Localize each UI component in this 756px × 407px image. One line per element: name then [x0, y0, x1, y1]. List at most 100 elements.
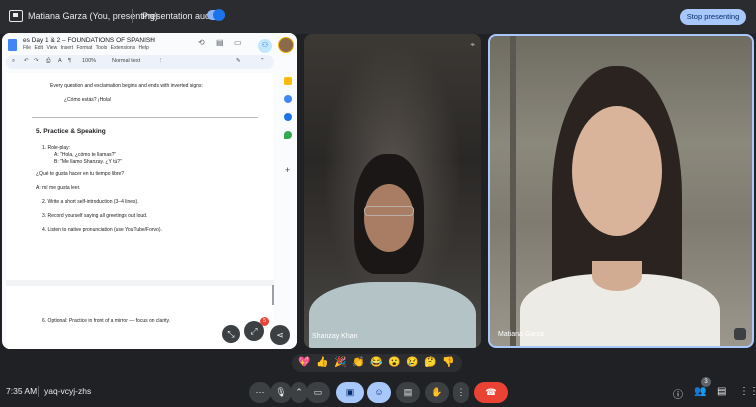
- tile-options-icon[interactable]: [734, 328, 746, 340]
- reactions-bar: 💖 👍 🎉 👏 😂 😮 😢 🤔 👎: [292, 354, 462, 372]
- list-item: 6. Optional: Practice in front of a mirr…: [42, 318, 171, 324]
- docs-toolbar: ⌕ ↶ ↷ ⎙ A ¶ 100% Normal text ⋮ ✎ ⌃: [6, 55, 274, 69]
- list-item: 2. Write a short self-introduction (3–4 …: [42, 199, 139, 205]
- docs-menu-bar[interactable]: File Edit View Insert Format Tools Exten…: [23, 45, 149, 51]
- people-icon[interactable]: 👥: [694, 386, 706, 397]
- sub-bullet-text: ¿Cómo estás? ¡Hola!: [64, 97, 112, 103]
- more-options-button[interactable]: ⋮: [453, 382, 469, 403]
- maps-icon[interactable]: [284, 131, 292, 139]
- hand-icon: ✋: [431, 387, 443, 397]
- more-audio-options-button[interactable]: ⋯: [249, 382, 271, 403]
- docs-side-panel: +: [280, 71, 297, 349]
- docs-logo-icon[interactable]: [8, 39, 17, 51]
- clock: 7:35 AM: [6, 386, 38, 396]
- undo-icon[interactable]: ↶: [24, 58, 29, 64]
- reactions-button[interactable]: ☺: [367, 382, 391, 403]
- captions-icon: ▤: [403, 387, 413, 397]
- presentation-audio-label: Presentation audio: [142, 11, 218, 21]
- list-item: B: "Me llamo Shanzay. ¿Y tú?": [54, 159, 122, 165]
- list-item: 4. Listen to native pronunciation (use Y…: [42, 227, 162, 233]
- present-icon: ▣: [345, 387, 355, 397]
- leave-call-button[interactable]: ☎: [474, 382, 508, 403]
- microphone-button[interactable]: 🎙: [270, 382, 292, 403]
- participant-tile-matiana[interactable]: Matiana Garza: [488, 34, 754, 348]
- participant-name: Matiana Garza: [498, 331, 544, 338]
- page-break: [6, 280, 274, 286]
- list-item: 3. Record yourself saying all greetings …: [42, 213, 148, 219]
- meeting-code[interactable]: yaq-vcyj-zhs: [44, 386, 91, 396]
- answer-text: A: mí me gusta leer.: [36, 185, 81, 191]
- captions-button[interactable]: ▤: [396, 382, 420, 403]
- expand-icon[interactable]: ⤡: [222, 325, 240, 343]
- history-icon[interactable]: ⟲: [198, 38, 205, 47]
- mic-icon: 🎙: [275, 387, 287, 397]
- meet-icon[interactable]: ▭: [234, 38, 242, 47]
- star-icon[interactable]: ☆: [149, 36, 155, 44]
- raise-hand-button[interactable]: ✋: [425, 382, 449, 403]
- bullet-text: Every question and exclamation begins an…: [50, 83, 203, 89]
- reaction-thinking[interactable]: 🤔: [424, 356, 436, 370]
- print-icon[interactable]: ⎙: [46, 58, 50, 65]
- edit-mode-icon[interactable]: ✎: [236, 58, 241, 64]
- video-options-button[interactable]: ⌃: [291, 382, 307, 403]
- tasks-icon[interactable]: [284, 95, 292, 103]
- present-button[interactable]: ▣: [336, 382, 364, 403]
- section-heading: 5. Practice & Speaking: [36, 128, 106, 135]
- hang-up-icon: ☎: [485, 387, 497, 397]
- zoom-select[interactable]: 100%: [82, 58, 96, 64]
- more-icon[interactable]: ⋮: [158, 58, 164, 64]
- camera-icon: ▭: [313, 387, 323, 397]
- more-vert-icon: ⋮: [456, 387, 466, 397]
- list-item: A: "Hola, ¿cómo te llamas?": [54, 152, 117, 158]
- document-page[interactable]: Every question and exclamation begins an…: [6, 73, 274, 349]
- glasses: [364, 206, 414, 216]
- face: [572, 106, 662, 236]
- reaction-thumbs-up[interactable]: 👍: [316, 356, 328, 370]
- reaction-laugh[interactable]: 😂: [370, 356, 382, 370]
- face: [364, 184, 414, 252]
- camera-button[interactable]: ▭: [306, 382, 330, 403]
- spellcheck-icon[interactable]: A: [58, 58, 62, 64]
- list-item: 1. Role-play:: [42, 145, 71, 151]
- horizontal-rule: [32, 117, 258, 118]
- stop-presenting-button[interactable]: Stop presenting: [680, 9, 746, 25]
- participant-name: Shanzay Khan: [312, 333, 358, 340]
- pin-icon[interactable]: ⌖: [470, 40, 475, 50]
- avatar[interactable]: [278, 37, 294, 53]
- contacts-icon[interactable]: [284, 113, 292, 121]
- emoji-icon: ☺: [374, 387, 384, 397]
- divider: [38, 386, 39, 397]
- paint-format-icon[interactable]: ¶: [68, 58, 71, 64]
- reaction-thumbs-down[interactable]: 👎: [442, 356, 454, 370]
- search-icon[interactable]: ⌕: [12, 58, 15, 65]
- reaction-clap[interactable]: 👏: [352, 356, 364, 370]
- share-icon[interactable]: ⚇: [258, 39, 272, 53]
- style-select[interactable]: Normal text: [112, 58, 140, 64]
- reaction-surprised[interactable]: 😮: [388, 356, 400, 370]
- add-icon[interactable]: +: [285, 165, 290, 175]
- comment-icon[interactable]: ▤: [216, 38, 224, 47]
- document-title[interactable]: es Day 1 & 2 – FOUNDATIONS OF SPANISH: [23, 37, 155, 44]
- question-text: ¿Qué te gusta hacer en tu tiempo libre?: [36, 171, 125, 177]
- present-screen-icon: [9, 10, 23, 22]
- reaction-sad[interactable]: 😢: [406, 356, 418, 370]
- participant-count-badge: 3: [701, 377, 711, 387]
- activities-icon[interactable]: ⋮⋮: [739, 386, 756, 397]
- collapse-icon[interactable]: ⌃: [260, 58, 265, 64]
- reaction-party[interactable]: 🎉: [334, 356, 346, 370]
- reaction-heart[interactable]: 💖: [298, 356, 310, 370]
- share-screen-icon[interactable]: ⋖: [270, 325, 290, 345]
- keep-icon[interactable]: [284, 77, 292, 85]
- info-icon[interactable]: ⓘ: [673, 386, 683, 401]
- redo-icon[interactable]: ↷: [34, 58, 39, 64]
- participant-tile-shanzay[interactable]: ⌖ Shanzay Khan: [304, 34, 481, 348]
- divider: [132, 9, 133, 23]
- neck: [592, 261, 642, 291]
- chat-icon[interactable]: ▤: [717, 386, 726, 397]
- shared-docs-window: es Day 1 & 2 – FOUNDATIONS OF SPANISH ☆ …: [2, 33, 297, 349]
- scrollbar[interactable]: [272, 285, 274, 305]
- presenter-status: Matiana Garza (You, presenting): [28, 11, 158, 21]
- toggle-knob: [213, 9, 225, 21]
- presentation-audio-toggle[interactable]: [207, 9, 225, 21]
- background: [510, 36, 516, 346]
